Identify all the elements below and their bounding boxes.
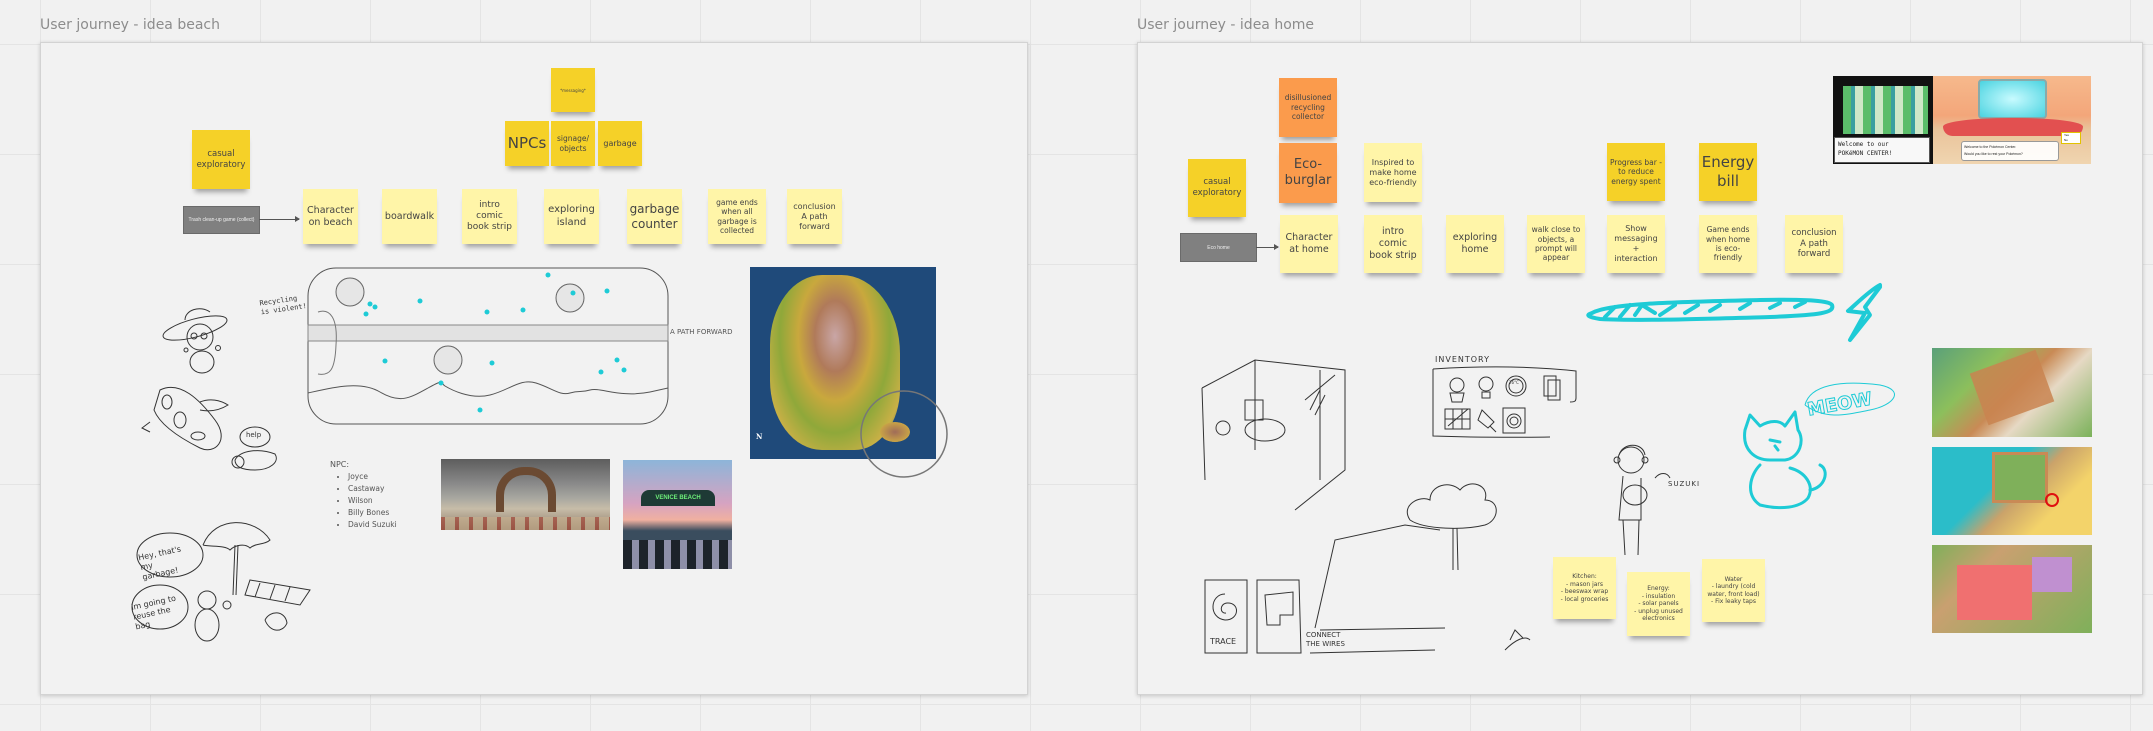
start-box-eco-home[interactable]: Eco home xyxy=(1180,233,1257,262)
npc-list-heading: NPC: xyxy=(330,460,350,469)
connect-wires-label: CONNECT THE WIRES xyxy=(1306,631,1345,648)
venice-beach-photo[interactable]: VENICE BEACH xyxy=(623,460,732,569)
sticky-energy-bill[interactable]: Energy bill xyxy=(1699,143,1757,201)
boardwalk-arch-photo[interactable] xyxy=(441,459,610,530)
sticky-eco-burglar[interactable]: Eco-burglar xyxy=(1279,143,1337,203)
map-compass: N xyxy=(756,432,763,441)
sticky-energy-tips[interactable]: Energy: - insulation - solar panels - un… xyxy=(1627,572,1690,636)
frame-title-home[interactable]: User journey - idea home xyxy=(1137,17,1314,33)
map-highlight-circle xyxy=(860,390,948,478)
energy-progress-bar-sketch[interactable] xyxy=(1580,275,1910,365)
whale-turtle-sketch[interactable] xyxy=(140,380,340,490)
tip-item: - mason jars xyxy=(1565,580,1604,588)
tip-title: Water xyxy=(1724,575,1743,583)
flow-arrow xyxy=(1256,244,1279,250)
npc-name: Joyce xyxy=(348,471,397,483)
npc-name: Wilson xyxy=(348,495,397,507)
tree-sketch[interactable] xyxy=(1405,460,1555,660)
tip-item: - insulation xyxy=(1641,592,1676,600)
pokemon-no: No xyxy=(2064,138,2068,142)
tip-item: - Fix leaky taps xyxy=(1711,598,1756,605)
journey-step[interactable]: Character at home xyxy=(1280,215,1338,273)
inventory-label: INVENTORY xyxy=(1435,355,1490,364)
journey-step[interactable]: exploring home xyxy=(1446,215,1504,273)
pokemon-center-image[interactable]: Welcome to our POKéMON CENTER! Welcome t… xyxy=(1833,76,2091,164)
beach-garbage-sketch[interactable] xyxy=(115,515,335,655)
sticky-progress-bar[interactable]: Progress bar - to reduce energy spent xyxy=(1607,143,1665,201)
pokemon-text-line2: POKéMON CENTER! xyxy=(1838,150,1893,157)
path-forward-label: A PATH FORWARD xyxy=(670,328,733,336)
journey-step[interactable]: conclusion A path forward xyxy=(1785,215,1843,273)
thermostat-text: 26°C xyxy=(1509,380,1519,385)
tip-item: - local groceries xyxy=(1560,595,1609,603)
pokemon-text-line1: Welcome to our xyxy=(1838,141,1889,148)
venice-sign-text: VENICE BEACH xyxy=(641,490,715,506)
pokemon-new-line2: Would you like to rest your Pokémon? xyxy=(1964,152,2023,156)
tip-item: - unplug unused electronics xyxy=(1634,607,1683,623)
pokemon-new-line1: Welcome to the Pokémon Center. xyxy=(1964,145,2017,149)
tip-title: Kitchen: xyxy=(1572,573,1597,580)
game-screenshot-beach[interactable] xyxy=(1932,447,2092,535)
journey-step[interactable]: walk close to objects, a prompt will app… xyxy=(1527,215,1585,273)
sticky-water-tips[interactable]: Water - laundry (cold water, front load)… xyxy=(1702,559,1765,622)
npc-list: NPC: Joyce Castaway Wilson Billy Bones D… xyxy=(330,460,397,531)
journey-step[interactable]: intro comic book strip xyxy=(1364,215,1422,273)
suzuki-label: SUZUKI xyxy=(1668,480,1701,488)
tip-title: Energy: xyxy=(1647,585,1670,593)
npc-name: David Suzuki xyxy=(348,519,397,531)
game-screenshot-room[interactable] xyxy=(1932,545,2092,633)
sticky-disillusioned-collector[interactable]: disillusioned recycling collector xyxy=(1279,78,1337,137)
sketch-text-help: help xyxy=(246,431,262,439)
sticky-casual-exploratory[interactable]: casual exploratory xyxy=(1188,159,1246,217)
trace-label: TRACE xyxy=(1210,637,1237,646)
sticky-kitchen-tips[interactable]: Kitchen: - mason jars - beeswax wrap - l… xyxy=(1553,557,1616,619)
tip-item: - laundry (cold water, front load) xyxy=(1707,583,1760,598)
journey-step[interactable]: Show messaging + interaction xyxy=(1607,215,1665,273)
girl-with-cat-sketch[interactable] xyxy=(1605,440,1695,570)
npc-name: Billy Bones xyxy=(348,507,397,519)
journey-step[interactable]: Game ends when home is eco-friendly xyxy=(1699,215,1757,273)
npc-name: Castaway xyxy=(348,483,397,495)
tip-item: - beeswax wrap xyxy=(1560,588,1609,595)
tip-item: - solar panels xyxy=(1638,600,1679,608)
game-screenshot-house[interactable] xyxy=(1932,348,2092,437)
inventory-panel-sketch[interactable] xyxy=(1430,366,1580,446)
sticky-inspired[interactable]: Inspired to make home eco-friendly xyxy=(1364,143,1422,202)
